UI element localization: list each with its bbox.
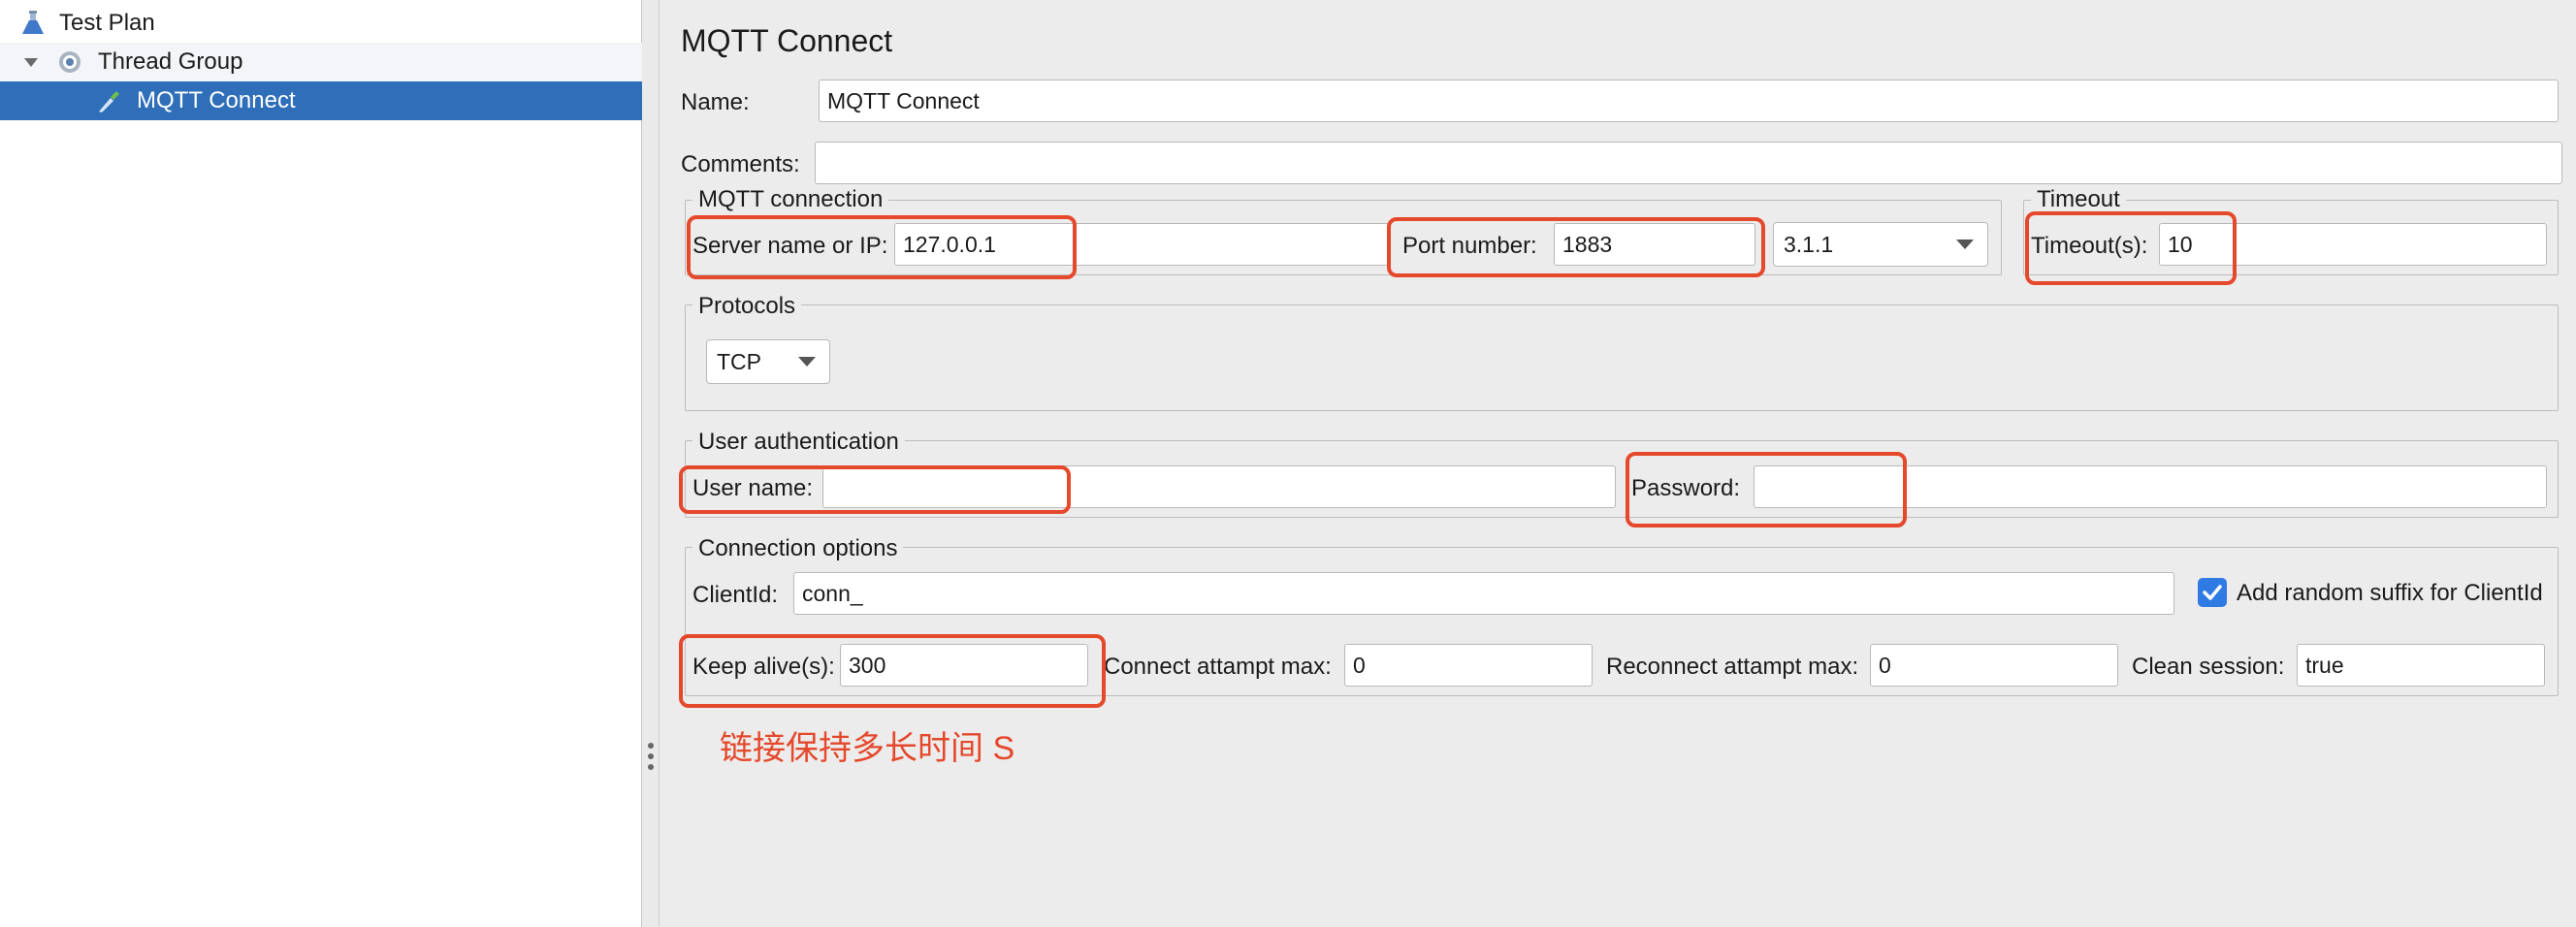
test-plan-tree: Test Plan Thread Group MQTT Connect <box>0 0 642 927</box>
mqtt-connection-title: MQTT connection <box>692 186 889 213</box>
pipette-icon <box>99 91 119 112</box>
expand-triangle-icon[interactable] <box>21 52 41 72</box>
grip-dot <box>648 764 654 770</box>
panel-splitter[interactable] <box>642 0 660 927</box>
clean-session-label: Clean session: <box>2132 654 2285 680</box>
reconnect-max-label: Reconnect attampt max: <box>1606 654 1859 680</box>
protocol-select[interactable]: TCP <box>706 339 830 384</box>
tree-item-test-plan[interactable]: Test Plan <box>0 4 642 43</box>
protocol-value: TCP <box>717 349 761 374</box>
tree-item-mqtt-connect[interactable]: MQTT Connect <box>0 81 642 120</box>
clientid-label: ClientId: <box>692 582 779 608</box>
highlight-password <box>1626 452 1907 527</box>
clientid-field[interactable] <box>793 572 2174 615</box>
random-suffix-checkbox[interactable] <box>2198 578 2227 607</box>
chevron-down-icon <box>798 357 816 367</box>
highlight-keepalive <box>679 634 1106 708</box>
chevron-down-icon <box>1956 240 1974 249</box>
grip-dot <box>648 753 654 759</box>
gear-icon <box>59 51 80 73</box>
mqtt-version-select[interactable]: 3.1.1 <box>1773 222 1988 267</box>
highlight-port <box>1387 217 1765 277</box>
tree-item-label: MQTT Connect <box>137 87 296 113</box>
tree-item-thread-group[interactable]: Thread Group <box>0 43 642 81</box>
mqtt-version-value: 3.1.1 <box>1784 232 1834 257</box>
grip-dot <box>648 743 654 749</box>
timeout-title: Timeout <box>2031 186 2126 213</box>
clean-session-field[interactable] <box>2297 644 2545 687</box>
user-auth-title: User authentication <box>692 429 905 456</box>
tree-item-label: Test Plan <box>59 10 155 36</box>
name-label: Name: <box>681 89 750 115</box>
flask-icon <box>22 11 44 34</box>
highlight-timeout <box>2025 211 2237 285</box>
connect-max-label: Connect attampt max: <box>1104 654 1332 680</box>
protocols-group <box>685 304 2559 411</box>
protocols-title: Protocols <box>692 293 802 320</box>
keepalive-annotation: 链接保持多长时间 S <box>720 730 1015 767</box>
random-suffix-label: Add random suffix for ClientId <box>2237 580 2543 606</box>
name-field[interactable] <box>819 80 2559 122</box>
page-title: MQTT Connect <box>681 23 893 58</box>
reconnect-max-field[interactable] <box>1870 644 2118 687</box>
tree-item-label: Thread Group <box>98 48 243 75</box>
comments-field[interactable] <box>815 142 2562 184</box>
highlight-username <box>679 465 1071 514</box>
connection-options-title: Connection options <box>692 535 904 562</box>
connect-max-field[interactable] <box>1344 644 1593 687</box>
checkmark-icon <box>2203 585 2222 600</box>
comments-label: Comments: <box>681 151 800 177</box>
highlight-server <box>687 215 1077 279</box>
